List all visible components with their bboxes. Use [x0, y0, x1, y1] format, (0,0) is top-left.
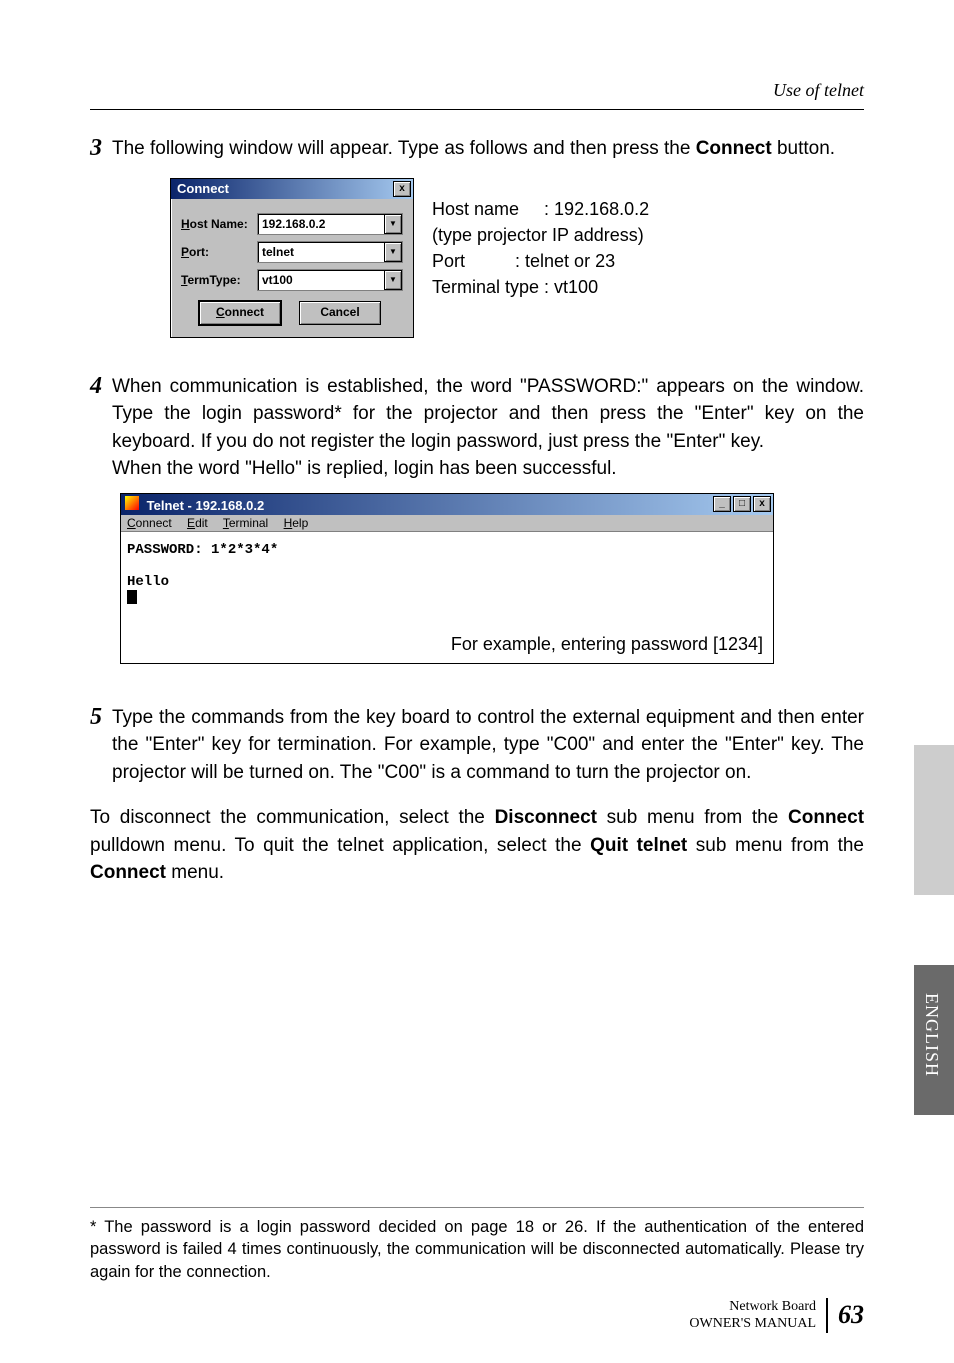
disconnect-word: Disconnect: [495, 807, 597, 828]
page: Use of telnet 3 The following window wil…: [0, 0, 954, 1363]
cancel-button[interactable]: Cancel: [299, 301, 381, 325]
host-label-rest: ost Name:: [190, 217, 248, 231]
window-controls: _ □ x: [713, 496, 771, 512]
footer: Network Board OWNER'S MANUAL 63: [60, 1298, 864, 1333]
telnet-title-wrap: Telnet - 192.168.0.2: [125, 496, 264, 513]
minimize-icon[interactable]: _: [713, 496, 731, 512]
terminal-output: PASSWORD: 1*2*3*4* Hello: [127, 542, 278, 590]
quit-word: Quit telnet: [590, 835, 687, 856]
info-port: Port : telnet or 23: [432, 248, 649, 274]
term-value: vt100: [258, 273, 384, 287]
telnet-menubar: Connect Edit Terminal Help: [121, 515, 773, 532]
host-row: Host Name: 192.168.0.2 ▼: [181, 213, 403, 235]
step-4: 4 When communication is established, the…: [90, 373, 864, 483]
connect-dialog-row: Connect x Host Name: 192.168.0.2 ▼ Port:…: [170, 178, 864, 338]
maximize-icon[interactable]: □: [733, 496, 751, 512]
step-4-number: 4: [90, 373, 112, 483]
cursor-icon: [127, 590, 137, 604]
p2d: sub menu from the: [687, 835, 864, 856]
step5-para1: Type the commands from the key board to …: [112, 704, 864, 787]
info-term: Terminal type : vt100: [432, 274, 649, 300]
menu-edit[interactable]: Edit: [187, 516, 208, 530]
p2c: pulldown menu. To quit the telnet applic…: [90, 835, 590, 856]
p2b: sub menu from the: [597, 807, 788, 828]
term-label: TermType:: [181, 273, 257, 287]
step3-connect-word: Connect: [696, 138, 772, 159]
connect-dialog-titlebar: Connect x: [171, 179, 413, 199]
step-4-text: When communication is established, the w…: [112, 373, 864, 483]
host-value: 192.168.0.2: [258, 217, 384, 231]
step4-para1: When communication is established, the w…: [112, 373, 864, 456]
host-input[interactable]: 192.168.0.2 ▼: [257, 213, 403, 235]
step3-text-a: The following window will appear. Type a…: [112, 138, 696, 159]
step-5-number: 5: [90, 704, 112, 787]
close-icon[interactable]: x: [753, 496, 771, 512]
chevron-down-icon[interactable]: ▼: [384, 242, 402, 262]
connect-button[interactable]: Connect: [199, 301, 281, 325]
telnet-app-icon: [125, 496, 139, 510]
term-row: TermType: vt100 ▼: [181, 269, 403, 291]
telnet-titlebar: Telnet - 192.168.0.2 _ □ x: [121, 494, 773, 515]
menu-connect[interactable]: Connect: [127, 516, 172, 530]
p2a: To disconnect the communication, select …: [90, 807, 495, 828]
port-value: telnet: [258, 245, 384, 259]
step-3-number: 3: [90, 135, 112, 163]
port-label: Port:: [181, 245, 257, 259]
step-5: 5 Type the commands from the key board t…: [90, 704, 864, 787]
info-host: Host name : 192.168.0.2: [432, 196, 649, 222]
side-tab-english[interactable]: ENGLISH: [914, 965, 954, 1115]
host-label: Host Name:: [181, 217, 257, 231]
step-5-text: Type the commands from the key board to …: [112, 704, 864, 787]
header-rule: [90, 109, 864, 110]
chevron-down-icon[interactable]: ▼: [384, 214, 402, 234]
page-number: 63: [838, 1300, 864, 1330]
menu-terminal[interactable]: Terminal: [223, 516, 268, 530]
step-5b: To disconnect the communication, select …: [90, 804, 864, 887]
dialog-buttons: Connect Cancel: [181, 301, 403, 325]
connect-btn-rest: onnect: [225, 305, 264, 319]
telnet-window: Telnet - 192.168.0.2 _ □ x Connect Edit …: [120, 493, 774, 664]
footer-line1: Network Board: [689, 1298, 816, 1316]
telnet-example: For example, entering password [1234]: [121, 614, 773, 663]
connect-word-1: Connect: [788, 807, 864, 828]
port-input[interactable]: telnet ▼: [257, 241, 403, 263]
side-tab-label: ENGLISH: [921, 993, 942, 1077]
chevron-down-icon[interactable]: ▼: [384, 270, 402, 290]
step4-para2: When the word "Hello" is replied, login …: [112, 455, 864, 483]
footnote-rule: [90, 1207, 864, 1208]
info-host-note: (type projector IP address): [432, 222, 649, 248]
step5-para2: To disconnect the communication, select …: [90, 804, 864, 887]
telnet-title: Telnet - 192.168.0.2: [147, 498, 265, 513]
step3-text-b: button.: [772, 138, 835, 159]
connect-dialog: Connect x Host Name: 192.168.0.2 ▼ Port:…: [170, 178, 414, 338]
term-label-rest: ermType:: [187, 273, 240, 287]
footnote: * The password is a login password decid…: [90, 1216, 864, 1283]
port-row: Port: telnet ▼: [181, 241, 403, 263]
term-input[interactable]: vt100 ▼: [257, 269, 403, 291]
telnet-terminal[interactable]: PASSWORD: 1*2*3*4* Hello: [121, 532, 773, 614]
dialog-side-info: Host name : 192.168.0.2 (type projector …: [432, 178, 649, 300]
side-tab-gray: [914, 745, 954, 895]
step-3-text: The following window will appear. Type a…: [112, 135, 864, 163]
connect-word-2: Connect: [90, 862, 166, 883]
header-section: Use of telnet: [60, 80, 864, 101]
menu-help[interactable]: Help: [284, 516, 309, 530]
port-label-rest: ort:: [189, 245, 209, 259]
telnet-example-text: For example, entering password [1234]: [451, 634, 763, 655]
p2e: menu.: [166, 862, 224, 883]
close-icon[interactable]: x: [393, 181, 411, 197]
footer-line2: OWNER'S MANUAL: [689, 1315, 816, 1333]
step-3: 3 The following window will appear. Type…: [90, 135, 864, 163]
footer-text: Network Board OWNER'S MANUAL: [689, 1298, 828, 1333]
connect-dialog-body: Host Name: 192.168.0.2 ▼ Port: telnet ▼ …: [171, 199, 413, 337]
connect-dialog-title: Connect: [177, 181, 229, 196]
